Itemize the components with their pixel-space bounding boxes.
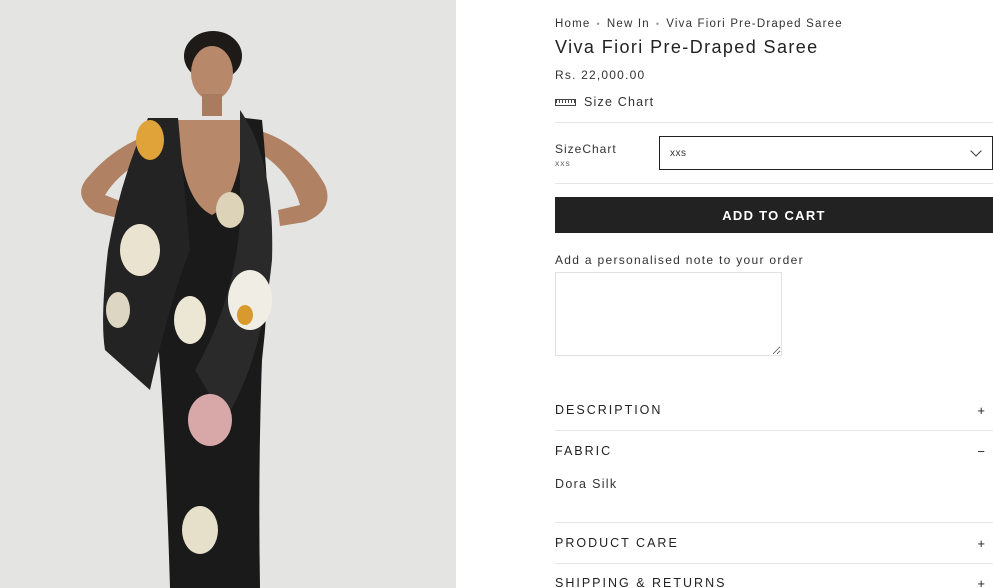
accordion-product-care[interactable]: PRODUCT CARE +: [555, 536, 993, 551]
order-note-textarea[interactable]: [555, 272, 782, 356]
add-to-cart-button[interactable]: ADD TO CART: [555, 197, 993, 233]
size-select-value: xxs: [670, 148, 687, 159]
breadcrumb-new-in-link[interactable]: New In: [607, 18, 650, 30]
breadcrumb-current: Viva Fiori Pre-Draped Saree: [666, 18, 843, 30]
divider: [555, 183, 993, 184]
breadcrumb-home-link[interactable]: Home: [555, 18, 590, 30]
model-wearing-saree-illustration: [0, 0, 456, 588]
divider: [555, 430, 993, 431]
ruler-icon: [555, 98, 576, 106]
fabric-content: Dora Silk: [555, 477, 618, 491]
divider: [555, 122, 993, 123]
breadcrumb: Home • New In • Viva Fiori Pre-Draped Saree: [555, 18, 843, 30]
size-select[interactable]: xxs: [659, 136, 993, 170]
accordion-fabric-label: FABRIC: [555, 444, 613, 458]
chevron-down-icon: [970, 145, 982, 157]
accordion-fabric[interactable]: FABRIC −: [555, 444, 993, 459]
minus-icon: −: [977, 444, 985, 459]
note-label: Add a personalised note to your order: [555, 253, 804, 267]
size-chart-label: Size Chart: [584, 95, 655, 109]
size-chart-link[interactable]: Size Chart: [555, 95, 654, 109]
divider: [555, 522, 993, 523]
product-details: Home • New In • Viva Fiori Pre-Draped Saree …: [555, 0, 993, 588]
divider: [555, 563, 993, 564]
product-image[interactable]: [0, 0, 456, 588]
size-selected-sub: xxs: [555, 158, 571, 168]
accordion-description[interactable]: DESCRIPTION +: [555, 403, 993, 418]
accordion-shipping-returns[interactable]: SHIPPING & RETURNS +: [555, 576, 993, 588]
plus-icon: +: [977, 536, 985, 551]
accordion-product-care-label: PRODUCT CARE: [555, 536, 679, 550]
breadcrumb-separator: •: [596, 19, 601, 29]
plus-icon: +: [977, 576, 985, 588]
accordion-shipping-label: SHIPPING & RETURNS: [555, 576, 727, 588]
size-label: SizeChart: [555, 142, 617, 156]
breadcrumb-separator: •: [655, 19, 661, 29]
plus-icon: +: [977, 403, 985, 418]
product-title: Viva Fiori Pre-Draped Saree: [555, 37, 819, 57]
accordion-description-label: DESCRIPTION: [555, 403, 663, 417]
product-price: Rs. 22,000.00: [555, 68, 646, 82]
